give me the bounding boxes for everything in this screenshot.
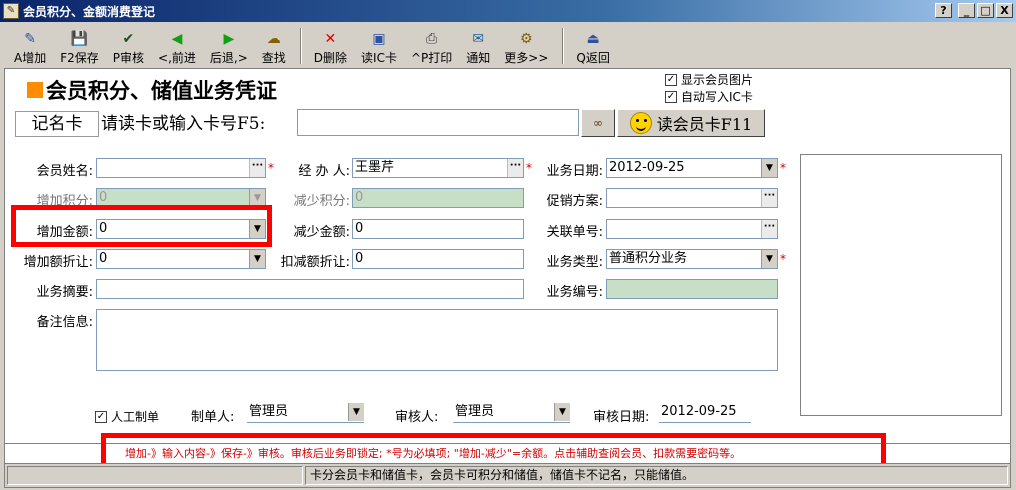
status-pane-2: 卡分会员卡和储值卡，会员卡可积分和储值，储值卡不记名，只能储值。 [305, 466, 1008, 485]
reduce-points-field: 0 [352, 188, 524, 208]
page-title: 会员积分、储值业务凭证 [27, 75, 277, 105]
exit-door-icon: ⏏ [586, 31, 600, 47]
status-pane-1 [7, 466, 303, 485]
toolbar-separator [562, 28, 565, 64]
manual-checkbox[interactable]: ✓ 人工制单 [95, 408, 159, 425]
arrow-left-icon: ◀ [171, 31, 183, 47]
card-number-input[interactable] [297, 109, 579, 136]
chevron-down-icon[interactable]: ▼ [554, 403, 570, 421]
show-photo-checkbox[interactable]: ✓ 显示会员图片 [665, 71, 753, 88]
card-prompt: 请读卡或输入卡号F5: [101, 114, 266, 134]
ellipsis-button[interactable]: ··· [761, 189, 777, 207]
gear-icon: ⚙ [520, 31, 533, 47]
reduce-amount-label: 减少金额: [293, 225, 350, 240]
maximize-button[interactable]: □ [977, 3, 994, 18]
minimize-button[interactable]: _ [958, 3, 975, 18]
read-member-card-button[interactable]: 读会员卡F11 [617, 109, 765, 137]
remarks-textarea[interactable] [96, 309, 778, 371]
binoculars-icon: ∞ [593, 116, 603, 130]
toolbar: ✎ A增加 💾 F2保存 ✔ P审核 ◀ <,前进 ▶ 后退,> ☁ 查找 ✕ D删除 ▣ 读I… [4, 24, 1012, 66]
maker-label: 制单人: [191, 410, 235, 425]
add-discount-select[interactable]: 0 ▼ [96, 249, 266, 269]
help-button[interactable]: ? [935, 3, 952, 18]
related-no-field[interactable]: ··· [606, 219, 778, 239]
add-button[interactable]: ✎ A增加 [14, 30, 46, 66]
promo-label: 促销方案: [546, 194, 603, 209]
auditor-label: 审核人: [395, 410, 439, 425]
member-name-label: 会员姓名: [36, 164, 93, 179]
card-type-label: 记名卡 [15, 111, 99, 137]
required-mark: * [780, 161, 786, 175]
handler-field[interactable]: 王墨芹 ··· [352, 158, 524, 178]
back-button[interactable]: ▶ 后退,> [210, 30, 248, 66]
forward-button[interactable]: ◀ <,前进 [158, 30, 196, 66]
floppy-icon: 💾 [70, 31, 89, 47]
biz-no-field [606, 279, 778, 299]
delete-x-icon: ✕ [324, 31, 337, 47]
envelope-icon: ✉ [472, 31, 485, 47]
biz-type-select[interactable]: 普通积分业务 ▼ [606, 249, 778, 269]
title-bar: ✎ 会员积分、金额消费登记 ? _ □ X [0, 0, 1016, 22]
orange-square-icon [27, 82, 43, 98]
member-name-field[interactable]: ··· [96, 158, 266, 178]
chevron-down-icon[interactable]: ▼ [348, 403, 364, 421]
reduce-amount-field[interactable]: 0 [352, 219, 524, 239]
close-button[interactable]: X [996, 3, 1013, 18]
remarks-label: 备注信息: [36, 315, 93, 330]
highlight-box-add-amount [11, 205, 272, 247]
auditor-select[interactable]: 管理员 ▼ [453, 403, 570, 423]
audit-date-field: 2012-09-25 [659, 403, 751, 423]
ellipsis-button[interactable]: ··· [249, 159, 265, 177]
more-button[interactable]: ⚙ 更多>> [504, 30, 548, 66]
member-photo [800, 154, 1002, 416]
find-button[interactable]: ☁ 查找 [262, 30, 286, 66]
required-mark: * [780, 252, 786, 266]
voucher-panel: 会员积分、储值业务凭证 ✓ 显示会员图片 ✓ 自动写入IC卡 记名卡 请读卡或输入卡… [4, 68, 1011, 488]
ellipsis-button[interactable]: ··· [507, 159, 523, 177]
printer-icon: ⎙ [425, 31, 438, 47]
related-no-label: 关联单号: [546, 225, 603, 240]
lookup-card-button[interactable]: ∞ [581, 109, 615, 137]
toolbar-separator [299, 28, 302, 64]
summary-label: 业务摘要: [36, 285, 93, 300]
deduct-discount-label: 扣减额折让: [280, 255, 350, 270]
pencil-icon: ✎ [24, 31, 36, 47]
read-ic-button[interactable]: ▣ 读IC卡 [361, 30, 397, 66]
add-discount-label: 增加额折让: [23, 255, 93, 270]
window-title: 会员积分、金额消费登记 [23, 4, 156, 19]
chevron-down-icon[interactable]: ▼ [249, 250, 265, 268]
check-icon: ✔ [122, 31, 135, 47]
binoculars-icon: ☁ [266, 31, 281, 47]
arrow-right-icon: ▶ [223, 31, 235, 47]
print-button[interactable]: ⎙ ^P打印 [411, 30, 452, 66]
summary-field[interactable] [96, 279, 524, 299]
handler-label: 经 办 人: [298, 164, 350, 179]
status-bar: 卡分会员卡和储值卡，会员卡可积分和储值，储值卡不记名，只能储值。 [5, 463, 1010, 487]
audit-date-label: 审核日期: [593, 410, 650, 425]
biz-date-label: 业务日期: [546, 164, 603, 179]
smiley-icon [629, 112, 652, 134]
biz-type-label: 业务类型: [546, 255, 603, 270]
auto-write-ic-checkbox[interactable]: ✓ 自动写入IC卡 [665, 88, 753, 105]
audit-button[interactable]: ✔ P审核 [113, 30, 144, 66]
promo-field[interactable]: ··· [606, 188, 778, 208]
chevron-down-icon[interactable]: ▼ [761, 250, 777, 268]
save-button[interactable]: 💾 F2保存 [60, 30, 99, 66]
deduct-discount-field[interactable]: 0 [352, 249, 524, 269]
delete-button[interactable]: ✕ D删除 [314, 30, 347, 66]
required-mark: * [268, 161, 274, 175]
biz-date-select[interactable]: 2012-09-25 ▼ [606, 158, 778, 178]
app-icon: ✎ [3, 3, 19, 19]
ellipsis-button[interactable]: ··· [761, 220, 777, 238]
maker-select[interactable]: 管理员 ▼ [247, 403, 364, 423]
ic-card-icon: ▣ [372, 31, 386, 47]
biz-no-label: 业务编号: [546, 285, 603, 300]
return-button[interactable]: ⏏ Q返回 [576, 30, 609, 66]
notify-button[interactable]: ✉ 通知 [466, 30, 490, 66]
chevron-down-icon[interactable]: ▼ [761, 159, 777, 177]
reduce-points-label: 减少积分: [293, 194, 350, 209]
